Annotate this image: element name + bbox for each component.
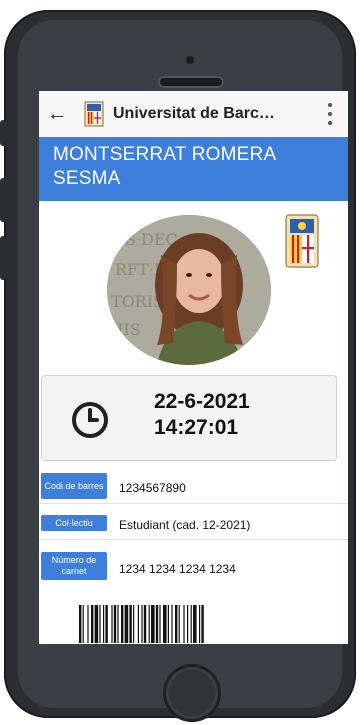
datetime-card: 22-6-2021 14:27:01: [41, 375, 337, 461]
current-date: 22-6-2021: [154, 390, 250, 413]
info-row-barcode: Codi de barres 1234567890: [39, 469, 348, 504]
info-row-collective: Col·lectiu Estudiant (cad. 12-2021): [39, 504, 348, 540]
home-button[interactable]: [163, 664, 221, 722]
info-row-card-number: Número de carnet 1234 1234 1234 1234: [39, 540, 348, 588]
volume-up-button[interactable]: [0, 178, 6, 222]
university-crest-icon: [84, 101, 104, 127]
current-time: 14:27:01: [154, 416, 239, 439]
university-seal: [285, 214, 319, 268]
profile-photo: S·DEC RFT·IV TORIS IIS: [107, 215, 271, 365]
collective-label: Col·lectiu: [41, 515, 107, 531]
card-number-value: 1234 1234 1234 1234: [119, 562, 236, 576]
front-camera: [186, 56, 194, 64]
holder-name: MONTSERRAT ROMERA SESMA: [53, 144, 276, 189]
card-number-label: Número de carnet: [41, 552, 107, 580]
more-vert-icon[interactable]: [328, 103, 334, 125]
collective-value: Estudiant (cad. 12-2021): [119, 518, 251, 532]
arrow-left-icon[interactable]: ←: [45, 102, 69, 126]
barcode-value: 1234567890: [119, 481, 186, 495]
barcode-label: Codi de barres: [41, 473, 107, 499]
name-header: MONTSERRAT ROMERA SESMA: [39, 137, 348, 201]
app-title: Universitat de Barc…: [113, 105, 275, 122]
svg-text:IIS: IIS: [117, 320, 141, 339]
volume-down-button[interactable]: [0, 236, 6, 280]
mute-switch[interactable]: [0, 120, 6, 146]
clock-icon: [72, 402, 108, 438]
app-bar: ← Universitat de Barc…: [39, 91, 348, 137]
phone-screen: ← Universitat de Barc… MONTSERRAT ROMERA…: [39, 91, 348, 644]
earpiece-speaker: [158, 76, 224, 88]
barcode-image: [79, 605, 204, 643]
